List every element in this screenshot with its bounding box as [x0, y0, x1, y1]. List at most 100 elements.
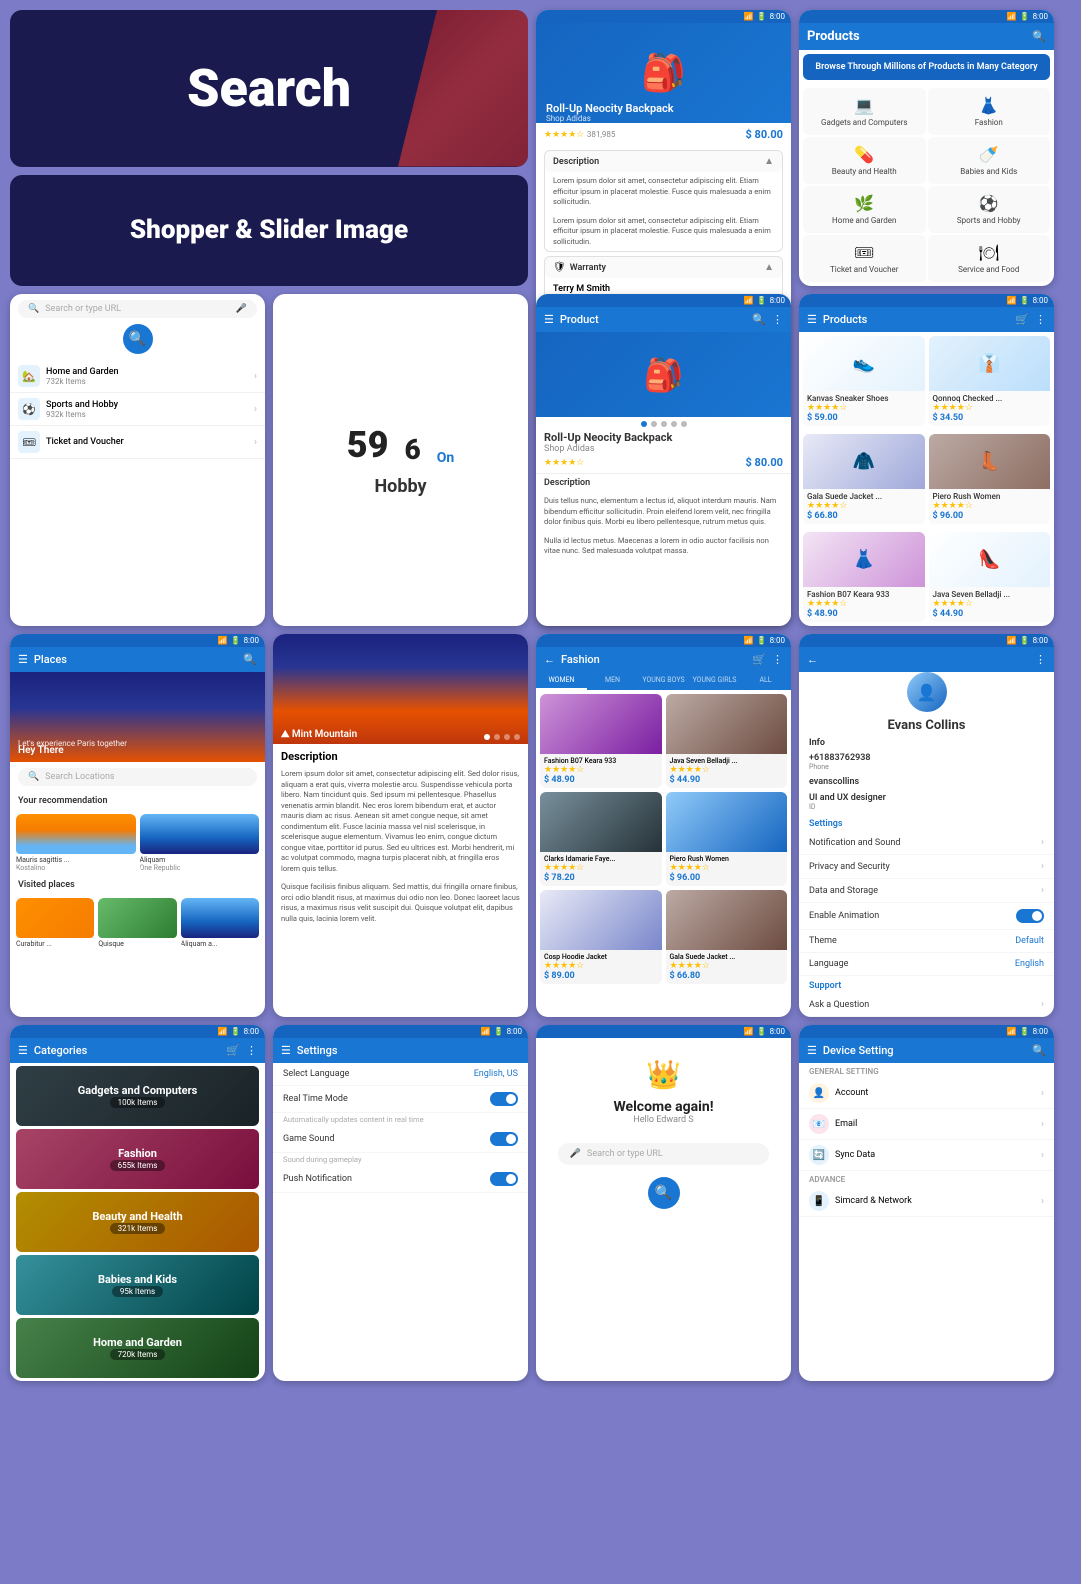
cart-icon-fashion[interactable]: 🛒: [752, 653, 766, 666]
sidebar-item-sports[interactable]: ⚽ Sports and Hobby 932k Items ›: [10, 393, 265, 426]
more-icon-2[interactable]: ⋮: [1035, 313, 1046, 326]
more-icon-fashion[interactable]: ⋮: [772, 653, 783, 666]
cat-sports[interactable]: ⚽ Sports and Hobby: [928, 186, 1051, 233]
fashion-info-3: Clarks Idamarie Faye... ★★★★☆ $ 78.20: [540, 852, 662, 886]
visited-2[interactable]: Quisque: [98, 898, 176, 948]
welcome-search-button[interactable]: 🔍: [648, 1177, 680, 1209]
location-search[interactable]: 🔍 Search Locations: [18, 768, 257, 786]
dot-3[interactable]: [661, 421, 667, 427]
cart-icon[interactable]: 🛒: [1015, 313, 1029, 326]
product-desc-body-2: Nulla id lectus metus. Maecenas a lorem …: [536, 532, 791, 561]
cat-gadgets[interactable]: 💻 Gadgets and Computers: [803, 88, 926, 135]
push-notif-toggle[interactable]: [490, 1172, 518, 1186]
product-cell-sneaker2[interactable]: 👠 Java Seven Belladji ... ★★★★☆ $ 44.90: [929, 532, 1051, 622]
ask-question-row[interactable]: Ask a Question ›: [799, 993, 1054, 1017]
realtime-mode-row[interactable]: Real Time Mode: [273, 1086, 528, 1113]
rec-item-1[interactable]: Mauris sagittis ... Kostalino: [16, 814, 136, 872]
sync-row[interactable]: 🔄 Sync Data ›: [799, 1140, 1054, 1171]
tab-young-girls[interactable]: YOUNG GIRLS: [689, 672, 740, 690]
tab-women[interactable]: WOMEN: [536, 672, 587, 690]
notif-sound-row[interactable]: Notification and Sound ›: [799, 831, 1054, 855]
dot-2[interactable]: [651, 421, 657, 427]
warranty-header[interactable]: 🛡 Warranty ▲: [545, 257, 782, 278]
realtime-toggle[interactable]: [490, 1092, 518, 1106]
hamburger-icon-device[interactable]: ☰: [807, 1044, 817, 1057]
fashion-product-2[interactable]: Java Seven Belladji ... ★★★★☆ $ 44.90: [666, 694, 788, 788]
cat-babies-full[interactable]: Babies and Kids 95k Items: [16, 1255, 259, 1315]
description-toggle-icon[interactable]: ▲: [764, 156, 774, 167]
hobby-label-area: Hobby: [374, 476, 426, 497]
language-row[interactable]: Language English: [799, 953, 1054, 976]
welcome-search-box[interactable]: 🎤 Search or type URL: [558, 1143, 770, 1165]
account-row[interactable]: 👤 Account ›: [799, 1078, 1054, 1109]
search-go-button[interactable]: 🔍: [123, 324, 153, 354]
hamburger-icon[interactable]: ☰: [544, 313, 554, 326]
search-icon[interactable]: 🔍: [752, 313, 766, 326]
product-cell-shoes[interactable]: 👟 Kanvas Sneaker Shoes ★★★★☆ $ 59.00: [803, 336, 925, 426]
visited-3[interactable]: Aliquam a...: [181, 898, 259, 948]
tab-men[interactable]: MEN: [587, 672, 638, 690]
garden-content: Home and Garden 720k Items: [93, 1336, 182, 1360]
fashion-product-3[interactable]: Clarks Idamarie Faye... ★★★★☆ $ 78.20: [540, 792, 662, 886]
more-icon-cats[interactable]: ⋮: [246, 1044, 257, 1057]
dot-1[interactable]: [641, 421, 647, 427]
product-cell-jacket[interactable]: 🧥 Gala Suede Jacket ... ★★★★☆ $ 66.80: [803, 434, 925, 524]
fashion-product-5[interactable]: Cosp Hoodie Jacket ★★★★☆ $ 89.00: [540, 890, 662, 984]
status-bar-device: 📶🔋8:00: [799, 1025, 1054, 1038]
cat-gadgets-full[interactable]: Gadgets and Computers 100k Items: [16, 1066, 259, 1126]
hamburger-icon-cats[interactable]: ☰: [18, 1044, 28, 1057]
fashion-product-6[interactable]: Gala Suede Jacket ... ★★★★☆ $ 66.80: [666, 890, 788, 984]
products-row-2: 🧥 Gala Suede Jacket ... ★★★★☆ $ 66.80 👢 …: [799, 430, 1054, 528]
cat-babies[interactable]: 🍼 Babies and Kids: [928, 137, 1051, 184]
theme-row[interactable]: Theme Default: [799, 930, 1054, 953]
cat-beauty-full[interactable]: Beauty and Health 321k Items: [16, 1192, 259, 1252]
back-icon-profile[interactable]: ←: [807, 653, 818, 666]
toolbar-search-icon[interactable]: 🔍: [1032, 30, 1046, 43]
cat-garden[interactable]: 🌿 Home and Garden: [803, 186, 926, 233]
cat-fashion-full[interactable]: Fashion 655k Items: [16, 1129, 259, 1189]
cat-beauty[interactable]: 💊 Beauty and Health: [803, 137, 926, 184]
product-cell-fashion2[interactable]: 👗 Fashion B07 Keara 933 ★★★★☆ $ 48.90: [803, 532, 925, 622]
search-icon-device[interactable]: 🔍: [1032, 1044, 1046, 1057]
cat-garden-full[interactable]: Home and Garden 720k Items: [16, 1318, 259, 1378]
warranty-toggle-icon[interactable]: ▲: [764, 262, 774, 273]
animation-row[interactable]: Enable Animation: [799, 903, 1054, 930]
rec-item-2[interactable]: Aliquam One Republic: [140, 814, 260, 872]
hamburger-icon-settings[interactable]: ☰: [281, 1044, 291, 1057]
fashion-product-4[interactable]: Piero Rush Women ★★★★☆ $ 96.00: [666, 792, 788, 886]
tab-all[interactable]: ALL: [740, 672, 791, 690]
cart-icon-cats[interactable]: 🛒: [226, 1044, 240, 1057]
email-row[interactable]: 📧 Email ›: [799, 1109, 1054, 1140]
fashion-product-1[interactable]: Fashion B07 Keara 933 ★★★★☆ $ 48.90: [540, 694, 662, 788]
cat-ticket[interactable]: 🎟 Ticket and Voucher: [803, 235, 926, 282]
simcard-row[interactable]: 📱 Simcard & Network ›: [799, 1186, 1054, 1217]
tab-young-boys[interactable]: YOUNG BOYS: [638, 672, 689, 690]
data-storage-row[interactable]: Data and Storage ›: [799, 879, 1054, 903]
hamburger-icon-2[interactable]: ☰: [807, 313, 817, 326]
more-icon-profile[interactable]: ⋮: [1035, 653, 1046, 666]
microphone-icon[interactable]: 🎤: [236, 304, 247, 314]
sidebar-item-ticket[interactable]: 🎟 Ticket and Voucher ›: [10, 426, 265, 459]
dot-5[interactable]: [681, 421, 687, 427]
sidebar-item-home-garden[interactable]: 🏡 Home and Garden 732k Items ›: [10, 360, 265, 393]
page-dot-4: [514, 734, 520, 740]
product-cell-dress[interactable]: 👔 Qonnoq Checked ... ★★★★☆ $ 34.50: [929, 336, 1051, 426]
game-sound-row[interactable]: Game Sound: [273, 1126, 528, 1153]
language-setting-row[interactable]: Select Language English, US: [273, 1063, 528, 1086]
animation-toggle[interactable]: [1016, 909, 1044, 923]
visited-1[interactable]: Curabitur ...: [16, 898, 94, 948]
product-cell-boots[interactable]: 👢 Piero Rush Women ★★★★☆ $ 96.00: [929, 434, 1051, 524]
cat-fashion[interactable]: 👗 Fashion: [928, 88, 1051, 135]
cat-food[interactable]: 🍽 Service and Food: [928, 235, 1051, 282]
search-icon-places[interactable]: 🔍: [243, 653, 257, 666]
game-sound-toggle[interactable]: [490, 1132, 518, 1146]
back-icon-fashion[interactable]: ←: [544, 653, 555, 666]
push-notif-row[interactable]: Push Notification: [273, 1166, 528, 1193]
privacy-row[interactable]: Privacy and Security ›: [799, 855, 1054, 879]
fashion-img-4: [666, 792, 788, 852]
dot-4[interactable]: [671, 421, 677, 427]
more-icon[interactable]: ⋮: [772, 313, 783, 326]
url-search-bar[interactable]: 🔍 Search or type URL 🎤: [18, 300, 257, 318]
hamburger-icon-places[interactable]: ☰: [18, 653, 28, 666]
description-header[interactable]: Description ▲: [545, 151, 782, 172]
